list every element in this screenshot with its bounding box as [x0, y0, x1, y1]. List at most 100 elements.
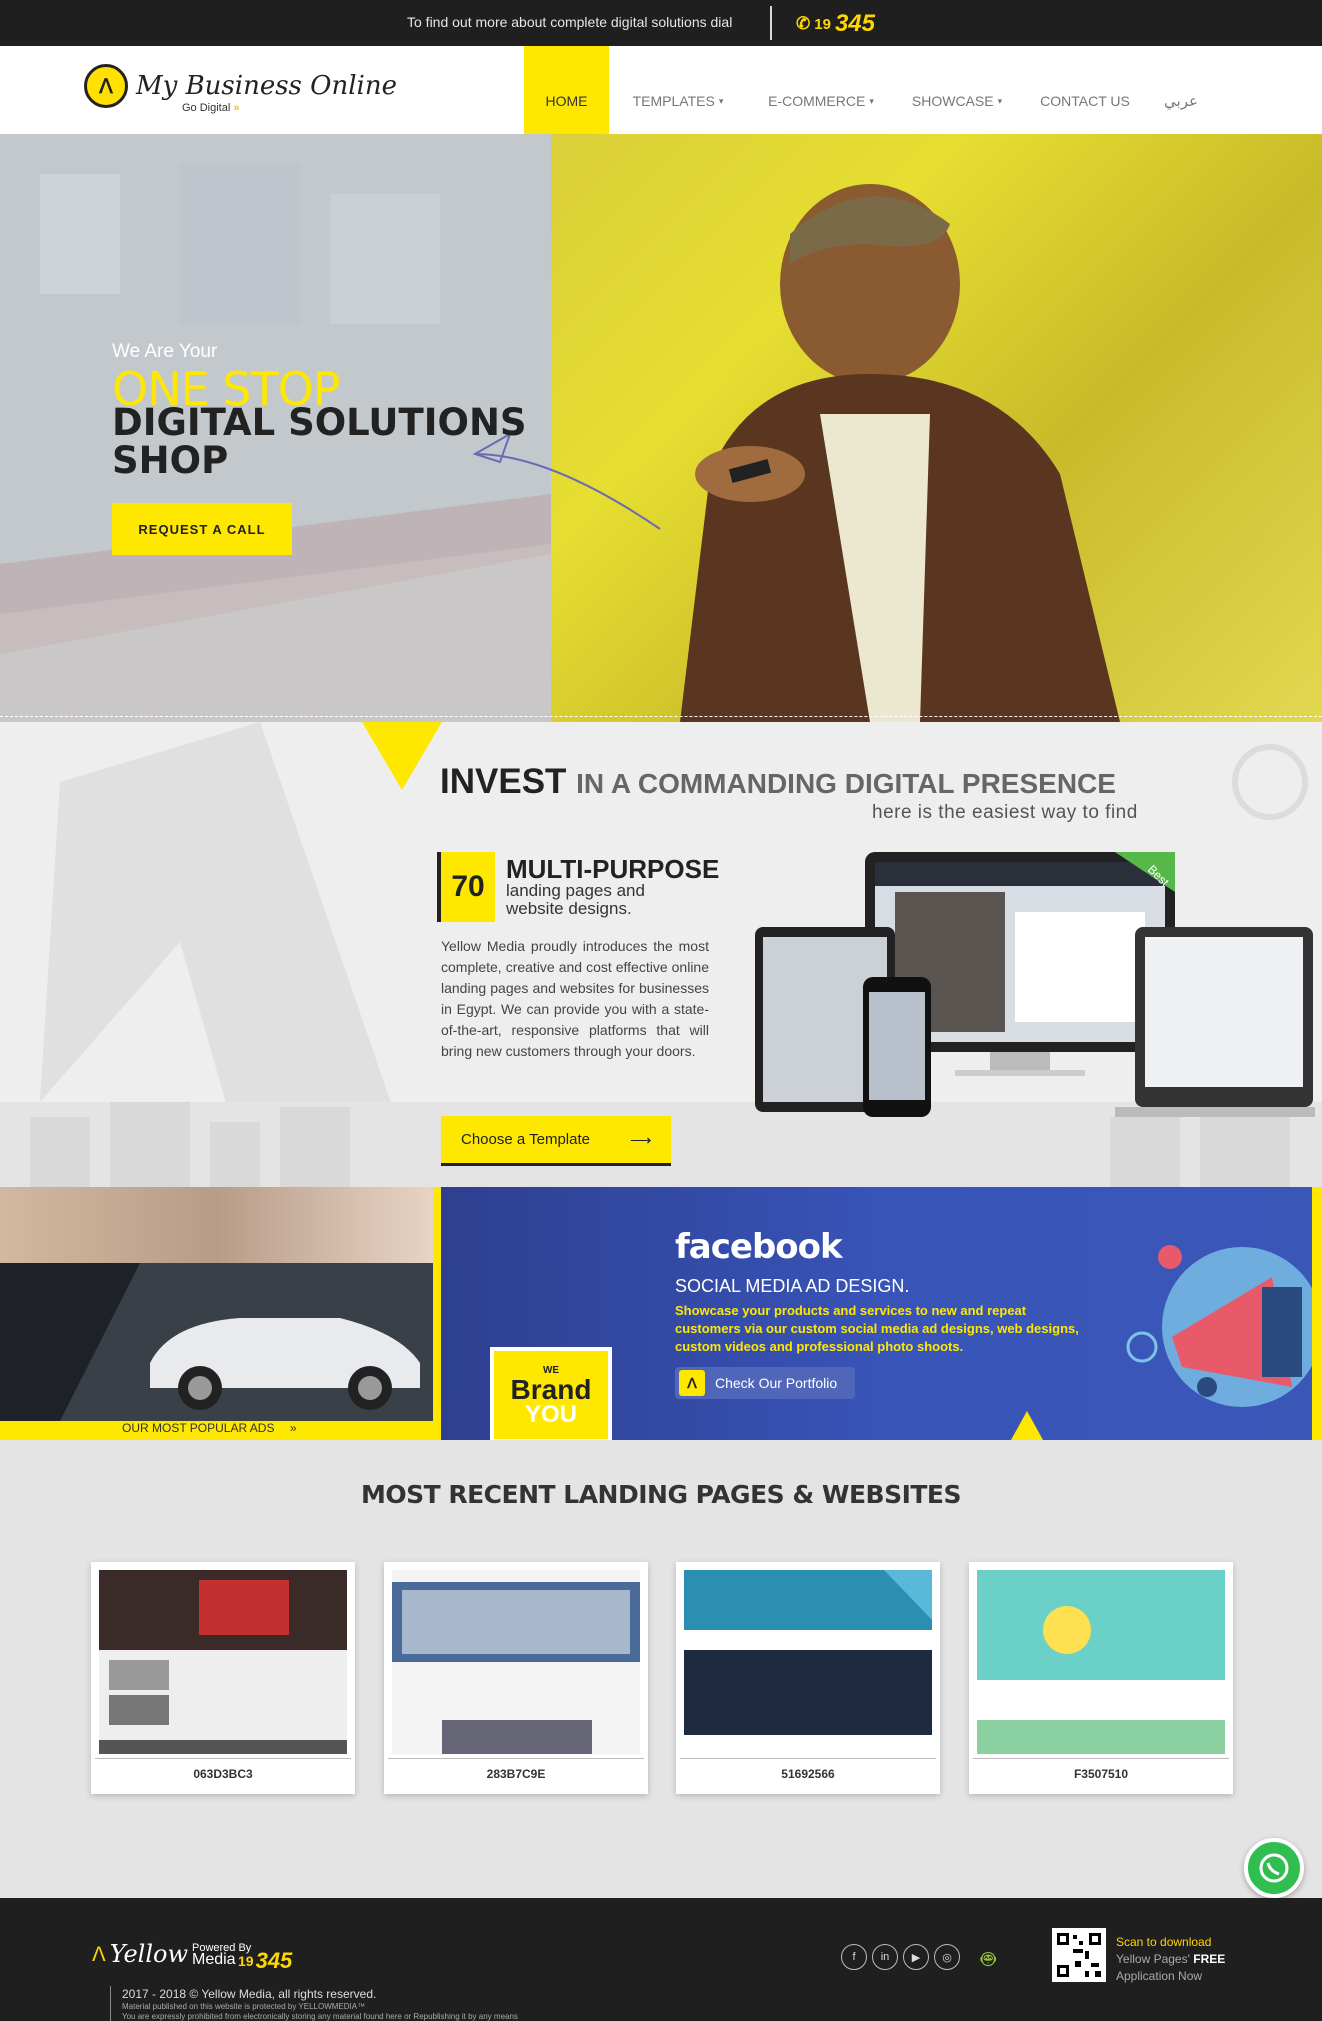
- footer-divider: [110, 1986, 111, 2021]
- linkedin-icon[interactable]: in: [872, 1944, 898, 1970]
- site-thumbnail: [99, 1570, 347, 1754]
- site-code: 51692566: [781, 1767, 835, 1781]
- nav-label: عربي: [1164, 93, 1198, 110]
- site-card[interactable]: F3507510: [969, 1562, 1233, 1794]
- yellow-pages-icon: ᐱ: [679, 1370, 705, 1396]
- social-ad-description: Showcase your products and services to n…: [675, 1303, 1079, 1354]
- chevron-down-icon: ▾: [869, 95, 874, 106]
- site-thumbnail: [392, 1570, 640, 1754]
- yellow-edge: [1312, 1187, 1322, 1440]
- popular-ads-link[interactable]: OUR MOST POPULAR ADS »: [122, 1421, 297, 1435]
- card-divider: [680, 1758, 936, 1759]
- qr-code-icon: [1052, 1928, 1106, 1982]
- hero-title: DIGITAL SOLUTIONS SHOP: [112, 404, 527, 480]
- logo-sub-text: Go Digital: [182, 102, 231, 114]
- site-code: 283B7C9E: [486, 1767, 546, 1781]
- footer-phone-prefix: 19: [238, 1953, 254, 1969]
- nav-arabic[interactable]: عربي: [1151, 46, 1211, 134]
- hero-title-line: SHOP: [112, 439, 229, 482]
- car-ad-image: [0, 1263, 433, 1421]
- whatsapp-icon[interactable]: [1244, 1838, 1304, 1898]
- nav-label: SHOWCASE: [911, 93, 994, 109]
- yellow-triangle-marker: [362, 722, 442, 790]
- nav-label: E-COMMERCE: [768, 93, 866, 109]
- site-card[interactable]: 51692566: [676, 1562, 940, 1794]
- check-portfolio-label: Check Our Portfolio: [715, 1375, 838, 1391]
- recent-section: MOST RECENT LANDING PAGES & WEBSITES 063…: [0, 1440, 1322, 1898]
- scan-free: FREE: [1193, 1952, 1226, 1966]
- nav-showcase[interactable]: SHOWCASE ▾: [895, 46, 1019, 134]
- hero-person-image: [680, 184, 1120, 722]
- brand-brand: Brand: [510, 1374, 592, 1405]
- social-ad-title: SOCIAL MEDIA AD DESIGN.: [675, 1276, 910, 1296]
- topbar-phone[interactable]: ✆ 19 345: [796, 10, 875, 38]
- phone-icon: ✆: [796, 14, 811, 33]
- logo-sub-accent: »: [233, 102, 240, 114]
- app-store-links: 🤖︎: [981, 1942, 1005, 1977]
- popular-ads-panel[interactable]: OUR MOST POPULAR ADS »: [0, 1187, 441, 1440]
- hero-title-line: DIGITAL SOLUTIONS: [112, 401, 527, 444]
- request-call-button[interactable]: REQUEST A CALL: [112, 503, 292, 555]
- legal-text: You are expressly prohibited from electr…: [122, 2012, 518, 2021]
- nav-label: HOME: [545, 93, 588, 109]
- popular-ads-label: OUR MOST POPULAR ADS: [122, 1421, 275, 1435]
- invest-subtitle: here is the easiest way to find: [872, 802, 1138, 823]
- facebook-icon[interactable]: f: [841, 1944, 867, 1970]
- site-logo[interactable]: ᐱ My Business Online: [84, 64, 397, 108]
- nav-home[interactable]: HOME: [524, 46, 609, 134]
- main-nav: HOME TEMPLATES ▾ E-COMMERCE ▾ SHOWCASE ▾ CO…: [524, 46, 1211, 134]
- scan-line: Yellow Pages' FREE: [1116, 1951, 1225, 1968]
- site-thumbnail: [977, 1570, 1225, 1754]
- ads-strip: OUR MOST POPULAR ADS » WE Brand YOU face…: [0, 1187, 1322, 1443]
- topbar-divider: [770, 6, 772, 40]
- site-card[interactable]: 063D3BC3: [91, 1562, 355, 1794]
- logo-subtitle: Go Digital »: [182, 102, 239, 114]
- phone-prefix: 19: [814, 15, 831, 33]
- ad-banner-top: [0, 1187, 433, 1267]
- footer-phone-number: 345: [255, 1948, 293, 1973]
- youtube-icon[interactable]: ▶: [903, 1944, 929, 1970]
- site-thumbnail: [684, 1570, 932, 1754]
- scan-line: Application Now: [1116, 1969, 1203, 1983]
- logo-walking-fingers-icon: ᐱ: [84, 64, 128, 108]
- multipurpose-subtitle: landing pages and website designs.: [506, 881, 645, 918]
- hero-banner: We Are Your ONE STOP DIGITAL SOLUTIONS S…: [0, 134, 1322, 722]
- android-icon[interactable]: 🤖︎: [981, 1942, 995, 1977]
- card-divider: [973, 1758, 1229, 1759]
- instagram-icon[interactable]: ◎: [934, 1944, 960, 1970]
- legal-text: Material published on this website is pr…: [122, 2002, 366, 2011]
- nav-contact[interactable]: CONTACT US: [1019, 46, 1151, 134]
- footer: ᐱ Yellow Powered By Media 19 345 2017 - …: [0, 1898, 1322, 2021]
- footer-logo-text: Yellow: [109, 1940, 188, 1968]
- header: ᐱ My Business Online Go Digital » HOME T…: [0, 46, 1322, 134]
- yellow-media-logo[interactable]: ᐱ Yellow Powered By Media: [92, 1940, 251, 1968]
- invest-title: INVEST IN A COMMANDING DIGITAL PRESENCE: [440, 762, 1116, 802]
- check-portfolio-button[interactable]: ᐱ Check Our Portfolio: [675, 1367, 855, 1399]
- scan-to-download: Scan to download Yellow Pages' FREE Appl…: [1116, 1934, 1225, 1985]
- yellow-triangle-up: [1011, 1411, 1043, 1440]
- megaphone-illustration: [1126, 1245, 1312, 1407]
- facebook-logo: facebook: [675, 1227, 843, 1267]
- nav-label: TEMPLATES: [632, 93, 715, 109]
- choose-template-label: Choose a Template: [461, 1131, 590, 1148]
- logo-title: My Business Online: [136, 71, 397, 101]
- footer-phone[interactable]: 19 345: [238, 1948, 292, 1974]
- yellow-pages-icon: ᐱ: [92, 1943, 106, 1966]
- recent-title: MOST RECENT LANDING PAGES & WEBSITES: [360, 1480, 962, 1509]
- social-links: f in ▶ ◎: [841, 1944, 960, 1970]
- scan-line: Scan to download: [1116, 1935, 1212, 1949]
- arrow-right-icon: ⟶: [629, 1131, 652, 1149]
- brand-you: YOU: [524, 1401, 577, 1428]
- nav-templates[interactable]: TEMPLATES ▾: [609, 46, 747, 134]
- responsive-devices-image: Best: [755, 852, 1315, 1117]
- nav-ecommerce[interactable]: E-COMMERCE ▾: [747, 46, 895, 134]
- chevron-down-icon: ▾: [997, 95, 1003, 106]
- scan-line-text: Yellow Pages': [1116, 1952, 1190, 1966]
- hero-subtitle: We Are Your: [112, 341, 218, 362]
- media-text: Media: [192, 1950, 236, 1968]
- site-card[interactable]: 283B7C9E: [384, 1562, 648, 1794]
- invest-section: INVEST IN A COMMANDING DIGITAL PRESENCE …: [0, 722, 1322, 1187]
- choose-template-button[interactable]: Choose a Template ⟶: [441, 1116, 671, 1166]
- site-code: F3507510: [1073, 1767, 1129, 1781]
- invest-title-bold: INVEST: [440, 762, 567, 801]
